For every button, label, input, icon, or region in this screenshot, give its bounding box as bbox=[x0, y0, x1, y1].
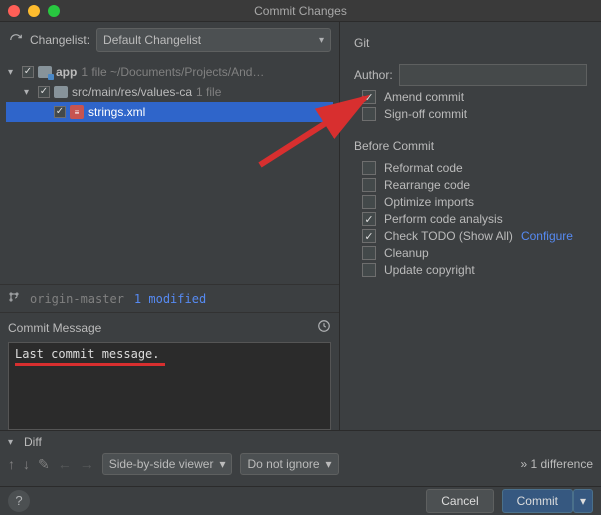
dir-name: src/main/res/values-ca bbox=[72, 85, 192, 99]
checkbox-signoff[interactable] bbox=[362, 107, 376, 121]
branch-icon bbox=[8, 291, 20, 306]
checkbox-amend[interactable] bbox=[362, 90, 376, 104]
opt-label: Perform code analysis bbox=[384, 212, 503, 226]
opt-label: Check TODO (Show All) bbox=[384, 229, 513, 243]
diff-count: » 1 difference bbox=[520, 457, 593, 471]
viewer-mode-select[interactable]: Side-by-side viewer ▾ bbox=[102, 453, 233, 475]
changelist-combo[interactable]: Default Changelist ▾ bbox=[96, 28, 331, 52]
copyright-option[interactable]: Update copyright bbox=[362, 263, 587, 277]
checkbox[interactable]: ✓ bbox=[22, 66, 34, 78]
annotation-underline bbox=[15, 363, 165, 366]
chevron-down-icon: ▾ bbox=[580, 494, 586, 508]
cancel-button[interactable]: Cancel bbox=[426, 489, 493, 513]
chevron-down-icon: ▾ bbox=[326, 457, 332, 471]
cleanup-option[interactable]: Cleanup bbox=[362, 246, 587, 260]
modified-link[interactable]: 1 modified bbox=[134, 292, 206, 306]
checkbox[interactable] bbox=[362, 212, 376, 226]
expander-icon[interactable]: ▾ bbox=[8, 67, 18, 78]
checkbox[interactable] bbox=[362, 178, 376, 192]
opt-label: Update copyright bbox=[384, 263, 475, 277]
expander-icon[interactable]: ▾ bbox=[24, 87, 34, 98]
author-input[interactable] bbox=[399, 64, 587, 86]
whitespace-select[interactable]: Do not ignore ▾ bbox=[240, 453, 338, 475]
commit-message-text: Last commit message. bbox=[15, 347, 160, 361]
commit-message-input[interactable]: Last commit message. bbox=[8, 342, 331, 430]
reformat-option[interactable]: Reformat code bbox=[362, 161, 587, 175]
rearrange-option[interactable]: Rearrange code bbox=[362, 178, 587, 192]
viewer-mode-label: Side-by-side viewer bbox=[109, 457, 214, 471]
commit-label: Commit bbox=[517, 494, 558, 508]
opt-label: Cleanup bbox=[384, 246, 429, 260]
signoff-label: Sign-off commit bbox=[384, 107, 467, 121]
commit-dropdown-button[interactable]: ▾ bbox=[573, 489, 593, 513]
opt-label: Reformat code bbox=[384, 161, 463, 175]
changelist-label: Changelist: bbox=[30, 33, 90, 47]
refresh-icon[interactable] bbox=[8, 32, 24, 48]
checkbox[interactable] bbox=[362, 161, 376, 175]
amend-commit-option[interactable]: Amend commit bbox=[362, 90, 587, 104]
file-tree: ▾ ✓ app 1 file ~/Documents/Projects/And…… bbox=[0, 58, 339, 122]
changelist-selected: Default Changelist bbox=[103, 33, 201, 47]
checkbox[interactable]: ✓ bbox=[54, 106, 66, 118]
tree-row-dir[interactable]: ▾ ✓ src/main/res/values-ca 1 file bbox=[6, 82, 333, 102]
next-diff-icon[interactable]: ↓ bbox=[23, 456, 30, 472]
author-label: Author: bbox=[354, 68, 393, 82]
signoff-commit-option[interactable]: Sign-off commit bbox=[362, 107, 587, 121]
diff-expander-icon[interactable]: ▾ bbox=[8, 437, 18, 448]
opt-label: Optimize imports bbox=[384, 195, 474, 209]
forward-icon: → bbox=[80, 456, 94, 472]
module-meta: 1 file ~/Documents/Projects/And… bbox=[81, 65, 264, 79]
prev-diff-icon[interactable]: ↑ bbox=[8, 456, 15, 472]
window-title: Commit Changes bbox=[0, 4, 601, 18]
optimize-option[interactable]: Optimize imports bbox=[362, 195, 587, 209]
help-button[interactable]: ? bbox=[8, 490, 30, 512]
checkbox[interactable] bbox=[362, 263, 376, 277]
edit-icon[interactable]: ✎ bbox=[38, 456, 50, 473]
checkbox[interactable] bbox=[362, 195, 376, 209]
checkbox[interactable]: ✓ bbox=[38, 86, 50, 98]
git-section-title: Git bbox=[354, 36, 587, 50]
opt-label: Rearrange code bbox=[384, 178, 470, 192]
dir-meta: 1 file bbox=[196, 85, 221, 99]
before-commit-title: Before Commit bbox=[354, 139, 587, 153]
tree-row-file[interactable]: ✓ ≡ strings.xml bbox=[6, 102, 333, 122]
history-icon[interactable] bbox=[317, 319, 331, 336]
xml-file-icon: ≡ bbox=[70, 105, 84, 119]
diff-label: Diff bbox=[24, 435, 42, 449]
todo-option[interactable]: Check TODO (Show All) Configure bbox=[362, 229, 587, 243]
folder-icon bbox=[54, 86, 68, 98]
amend-label: Amend commit bbox=[384, 90, 464, 104]
module-icon bbox=[38, 66, 52, 78]
chevron-down-icon: ▾ bbox=[319, 35, 324, 46]
tree-row-module[interactable]: ▾ ✓ app 1 file ~/Documents/Projects/And… bbox=[6, 62, 333, 82]
checkbox[interactable] bbox=[362, 246, 376, 260]
commit-message-header: Commit Message bbox=[8, 321, 101, 335]
module-name: app bbox=[56, 65, 77, 79]
checkbox[interactable] bbox=[362, 229, 376, 243]
titlebar: Commit Changes bbox=[0, 0, 601, 22]
cancel-label: Cancel bbox=[441, 494, 478, 508]
back-icon: ← bbox=[58, 456, 72, 472]
branch-name: origin-master bbox=[30, 292, 124, 306]
configure-link[interactable]: Configure bbox=[521, 229, 573, 243]
commit-button[interactable]: Commit bbox=[502, 489, 573, 513]
branch-bar: origin-master 1 modified bbox=[0, 284, 339, 312]
whitespace-label: Do not ignore bbox=[247, 457, 319, 471]
file-name: strings.xml bbox=[88, 105, 145, 119]
analysis-option[interactable]: Perform code analysis bbox=[362, 212, 587, 226]
chevron-down-icon: ▾ bbox=[219, 457, 225, 471]
